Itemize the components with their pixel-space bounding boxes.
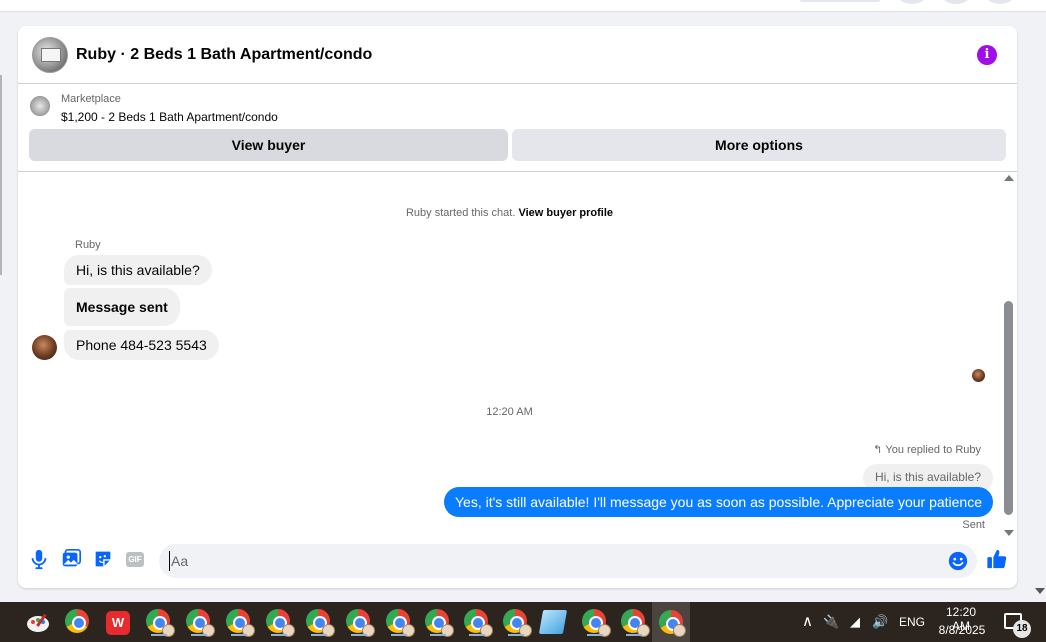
chrome-profile-app-icon[interactable] — [305, 608, 335, 637]
running-indicator — [508, 634, 524, 636]
incoming-message[interactable]: Phone 484-523 5543 — [64, 330, 219, 360]
incoming-message[interactable]: Hi, is this available? — [64, 255, 212, 285]
notification-count-badge: 18 — [1013, 620, 1031, 638]
sender-avatar[interactable] — [32, 335, 57, 360]
scroll-down-arrow-icon[interactable] — [1004, 530, 1014, 536]
wps-office-app-icon[interactable]: W — [106, 611, 130, 635]
view-buyer-button[interactable]: View buyer — [29, 129, 508, 161]
incoming-message[interactable]: Message sent — [64, 288, 180, 326]
battery-icon[interactable]: 🔌 — [823, 614, 839, 630]
page-scroll-down-arrow-icon[interactable] — [1035, 588, 1045, 594]
chrome-app-icon[interactable] — [64, 608, 92, 636]
info-icon[interactable]: i — [977, 45, 997, 65]
running-indicator — [351, 634, 367, 636]
chrome-profile-app-icon[interactable] — [145, 608, 175, 637]
listing-avatar[interactable] — [32, 37, 68, 73]
volume-icon[interactable]: 🔊 — [872, 614, 888, 630]
top-menu-button[interactable] — [898, 0, 926, 4]
running-indicator — [231, 634, 247, 636]
running-indicator — [391, 634, 407, 636]
listing-thumbnail[interactable] — [30, 96, 50, 116]
page-top-bar — [0, 0, 1046, 12]
chrome-profile-app-icon-active[interactable] — [652, 602, 690, 642]
message-scrollbar[interactable] — [1001, 173, 1017, 538]
emoji-icon[interactable] — [947, 550, 969, 572]
chrome-profile-app-icon[interactable] — [225, 608, 255, 637]
scroll-thumb[interactable] — [1004, 301, 1013, 515]
chat-header: Ruby · 2 Beds 1 Bath Apartment/condo i — [18, 26, 1017, 84]
message-input-wrapper[interactable] — [159, 544, 977, 578]
replied-to-text: You replied to Ruby — [885, 444, 981, 456]
chrome-profile-app-icon[interactable] — [620, 608, 650, 637]
chrome-profile-app-icon[interactable] — [265, 608, 295, 637]
running-indicator — [271, 634, 287, 636]
paint-app-icon[interactable] — [25, 610, 53, 636]
running-indicator — [430, 634, 446, 636]
chrome-profile-app-icon[interactable] — [581, 608, 611, 637]
running-indicator — [587, 634, 603, 636]
running-indicator — [151, 634, 167, 636]
time-separator: 12:20 AM — [486, 406, 533, 418]
view-buyer-profile-link[interactable]: View buyer profile — [518, 207, 613, 219]
chrome-profile-app-icon[interactable] — [424, 608, 454, 637]
like-icon[interactable] — [986, 548, 1008, 570]
message-input[interactable] — [169, 551, 929, 571]
message-thread: Ruby started this chat. View buyer profi… — [18, 173, 1017, 538]
listing-price-title[interactable]: $1,200 - 2 Beds 1 Bath Apartment/condo — [61, 110, 278, 124]
running-indicator — [469, 634, 485, 636]
chrome-profile-app-icon[interactable] — [345, 608, 375, 637]
notes-app-icon[interactable] — [538, 610, 568, 634]
top-notifications-button[interactable] — [942, 0, 970, 4]
outgoing-message[interactable]: Yes, it's still available! I'll message … — [443, 487, 993, 517]
profile-badge-icon — [673, 624, 686, 637]
message-composer: GIF — [18, 542, 1017, 580]
more-options-button[interactable]: More options — [512, 129, 1006, 161]
language-indicator[interactable]: ENG — [899, 615, 925, 629]
chrome-profile-app-icon[interactable] — [385, 608, 415, 637]
wifi-icon[interactable]: ◢ — [850, 614, 860, 630]
running-indicator — [311, 634, 327, 636]
photo-icon[interactable] — [60, 548, 82, 570]
chat-window: Ruby · 2 Beds 1 Bath Apartment/condo i M… — [18, 26, 1017, 588]
microphone-icon[interactable] — [28, 548, 50, 570]
sender-name: Ruby — [75, 239, 101, 251]
chat-started-text: Ruby started this chat. — [405, 207, 516, 219]
message-status: Sent — [962, 519, 985, 531]
scroll-up-arrow-icon[interactable] — [1004, 175, 1014, 181]
running-indicator — [626, 634, 642, 636]
top-search-pill[interactable] — [798, 0, 882, 2]
page-left-edge — [0, 75, 2, 275]
reply-icon: ↰ — [873, 444, 883, 456]
show-hidden-icons-chevron-icon[interactable]: ∧ — [802, 612, 813, 630]
replied-to-label: ↰ You replied to Ruby — [873, 443, 981, 456]
listing-summary: Marketplace $1,200 - 2 Beds 1 Bath Apart… — [18, 84, 1017, 172]
chrome-profile-app-icon[interactable] — [185, 608, 215, 637]
running-indicator — [191, 634, 207, 636]
listing-source: Marketplace — [61, 93, 121, 105]
chrome-profile-app-icon[interactable] — [502, 608, 532, 637]
chrome-icon — [65, 609, 89, 633]
chat-title[interactable]: Ruby · 2 Beds 1 Bath Apartment/condo — [76, 46, 372, 64]
top-profile-button[interactable] — [986, 0, 1014, 4]
seen-by-avatar — [972, 369, 985, 382]
chat-started-notice: Ruby started this chat. View buyer profi… — [18, 207, 1001, 219]
chrome-profile-app-icon[interactable] — [463, 608, 493, 637]
gif-icon[interactable]: GIF — [126, 552, 144, 567]
sticker-icon[interactable] — [92, 548, 114, 570]
clock-date[interactable]: 8/8/2025 — [936, 623, 988, 637]
taskbar: W ∧ 🔌 ◢ 🔊 ENG 12:20 AM 8/8/2025 18 — [0, 602, 1046, 642]
